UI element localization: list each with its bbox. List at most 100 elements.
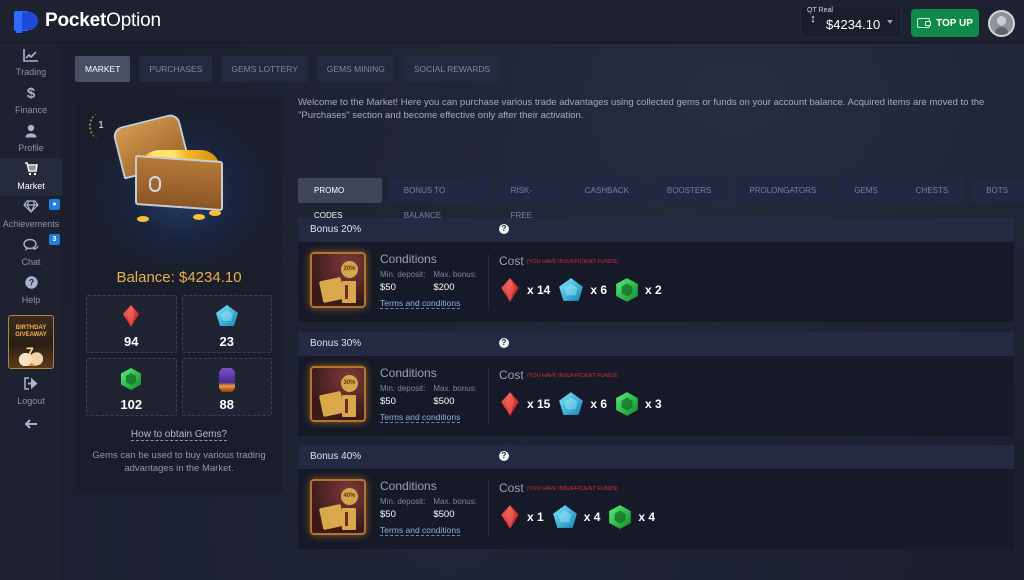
- red-gem-icon: [501, 392, 519, 416]
- sidebar-item-profile[interactable]: Profile: [0, 124, 62, 158]
- account-selector[interactable]: QT Real ↕ $4234.10: [800, 6, 902, 38]
- gem-count: 102: [120, 397, 143, 412]
- logout-icon: [0, 377, 62, 393]
- promo-offer-card[interactable]: Bonus 30% ? 30% Conditions Min. deposit:…: [298, 332, 1014, 436]
- top-up-label: TOP UP: [936, 17, 973, 29]
- promo-offer-card[interactable]: Bonus 20% ? 20% Conditions Min. deposit:…: [298, 218, 1014, 322]
- offer-header: Bonus 30% ?: [298, 332, 1014, 356]
- wallet-balance: Balance: $4234.10: [116, 269, 242, 286]
- cost-section: Cost (YOU HAVE INSUFFICIENT FUNDS) x 15 x…: [499, 366, 670, 417]
- conditions-section: Conditions Min. deposit: $50 Max. bonus:…: [380, 479, 477, 538]
- blue-gem-icon: [215, 305, 238, 326]
- offer-body: 40% Conditions Min. deposit: $50 Max. bo…: [298, 469, 1014, 549]
- number-seven-icon: 7: [26, 344, 34, 360]
- collapse-sidebar-button[interactable]: [0, 416, 62, 434]
- sidebar-item-finance[interactable]: $ Finance: [0, 86, 62, 120]
- question-icon[interactable]: ?: [499, 224, 509, 234]
- tab-bots[interactable]: BOTS: [970, 178, 1024, 203]
- promo-offer-card[interactable]: Bonus 40% ? 40% Conditions Min. deposit:…: [298, 445, 1014, 549]
- tab-bonus-to-balance[interactable]: BONUS TO BALANCE: [387, 178, 489, 220]
- sidebar-item-trading[interactable]: Trading: [0, 48, 62, 82]
- cost-section: Cost (YOU HAVE INSUFFICIENT FUNDS) x 14 x…: [499, 252, 670, 303]
- gem-count: 23: [219, 334, 234, 349]
- sidebar-label: Profile: [18, 143, 44, 153]
- birthday-giveaway-promo[interactable]: BIRTHDAY GIVEAWAY 7: [8, 315, 54, 369]
- category-tabs: PROMO CODES BONUS TO BALANCE RISK-FREE C…: [298, 178, 1024, 220]
- terms-and-conditions-link[interactable]: Terms and conditions: [380, 525, 461, 536]
- red-gem-cost: x 14: [527, 283, 551, 297]
- arrow-left-icon: [0, 416, 62, 432]
- how-to-obtain-gems-link[interactable]: How to obtain Gems?: [130, 429, 228, 441]
- max-bonus-label: Max. bonus:: [433, 384, 477, 393]
- conditions-section: Conditions Min. deposit: $50 Max. bonus:…: [380, 252, 477, 311]
- cost-section: Cost (YOU HAVE INSUFFICIENT FUNDS) x 1 x …: [499, 479, 663, 530]
- question-icon[interactable]: ?: [499, 338, 509, 348]
- offer-title: Bonus 40%: [310, 451, 362, 462]
- sidebar-label: Achievements: [2, 219, 60, 229]
- gem-cell-red: 94: [86, 295, 177, 353]
- conditions-heading: Conditions: [380, 366, 437, 380]
- chart-line-icon: [0, 48, 62, 64]
- red-gem-cost: x 15: [527, 397, 551, 411]
- sidebar-item-achievements[interactable]: Achievements ●: [0, 199, 62, 234]
- treasure-chest-image: [85, 104, 273, 264]
- conditions-heading: Conditions: [380, 252, 437, 266]
- sidebar-item-market[interactable]: Market: [0, 158, 62, 196]
- tab-gems-mining[interactable]: GEMS MINING: [316, 56, 395, 82]
- tab-purchases[interactable]: PURCHASES: [139, 56, 213, 82]
- question-icon[interactable]: ?: [499, 451, 509, 461]
- min-deposit-value: $50: [380, 509, 396, 520]
- tab-gems-lottery[interactable]: GEMS LOTTERY: [221, 56, 308, 82]
- avatar[interactable]: [988, 10, 1015, 37]
- blue-gem-icon: [552, 505, 577, 528]
- sidebar-item-chat[interactable]: Chat 3: [0, 234, 62, 272]
- chevron-down-icon: [887, 20, 893, 24]
- offer-title: Bonus 20%: [310, 224, 362, 235]
- top-up-button[interactable]: TOP UP: [911, 9, 979, 37]
- logo-mark-icon: [14, 11, 40, 33]
- offer-header: Bonus 20% ?: [298, 218, 1014, 242]
- terms-and-conditions-link[interactable]: Terms and conditions: [380, 412, 461, 423]
- min-deposit-value: $50: [380, 282, 396, 293]
- tab-gems[interactable]: GEMS: [838, 178, 894, 203]
- green-gem-icon: [121, 368, 142, 390]
- logo[interactable]: PocketOption: [14, 10, 161, 33]
- blue-gem-icon: [559, 392, 584, 415]
- sidebar: Trading $ Finance Profile Market Achieve…: [0, 44, 62, 580]
- max-bonus-label: Max. bonus:: [433, 497, 477, 506]
- sidebar-label: Finance: [14, 105, 48, 115]
- divider: [488, 368, 489, 424]
- tab-social-rewards[interactable]: SOCIAL REWARDS: [403, 56, 501, 82]
- account-balance: $4234.10: [826, 17, 881, 32]
- chat-count-badge: 3: [49, 234, 60, 245]
- tab-boosters[interactable]: BOOSTERS: [650, 178, 728, 203]
- blue-gem-cost: x 4: [583, 510, 601, 524]
- min-deposit-label: Min. deposit:: [380, 384, 426, 393]
- sidebar-item-help[interactable]: ? Help: [0, 276, 62, 310]
- green-gem-icon: [616, 278, 638, 302]
- red-gem-icon: [123, 305, 140, 327]
- gems-grid: 94 23 102 88: [86, 295, 272, 416]
- tab-cashback[interactable]: CASHBACK: [568, 178, 645, 203]
- bonus-coupon-image: 40%: [310, 479, 366, 535]
- terms-and-conditions-link[interactable]: Terms and conditions: [380, 298, 461, 309]
- divider: [488, 254, 489, 310]
- market-tabs: MARKET PURCHASES GEMS LOTTERY GEMS MININ…: [75, 56, 501, 82]
- market-intro-text: Welcome to the Market! Here you can purc…: [298, 97, 985, 121]
- max-bonus-value: $500: [433, 396, 455, 407]
- tab-risk-free[interactable]: RISK-FREE: [494, 178, 563, 220]
- tab-market[interactable]: MARKET: [75, 56, 131, 82]
- max-bonus-label: Max. bonus:: [433, 270, 477, 279]
- blue-gem-cost: x 6: [590, 283, 608, 297]
- blue-gem-icon: [559, 278, 584, 301]
- user-icon: [0, 124, 62, 140]
- bonus-percent-badge: 30%: [341, 375, 358, 392]
- offer-header: Bonus 40% ?: [298, 445, 1014, 469]
- swap-arrows-icon: ↕: [810, 13, 816, 25]
- tab-promo-codes[interactable]: PROMO CODES: [298, 178, 382, 220]
- green-gem-cost: x 4: [638, 510, 656, 524]
- tab-prolongators[interactable]: PROLONGATORS: [733, 178, 833, 203]
- sidebar-item-logout[interactable]: Logout: [0, 377, 62, 411]
- tab-chests[interactable]: CHESTS: [899, 178, 965, 203]
- green-gem-cost: x 2: [645, 283, 662, 297]
